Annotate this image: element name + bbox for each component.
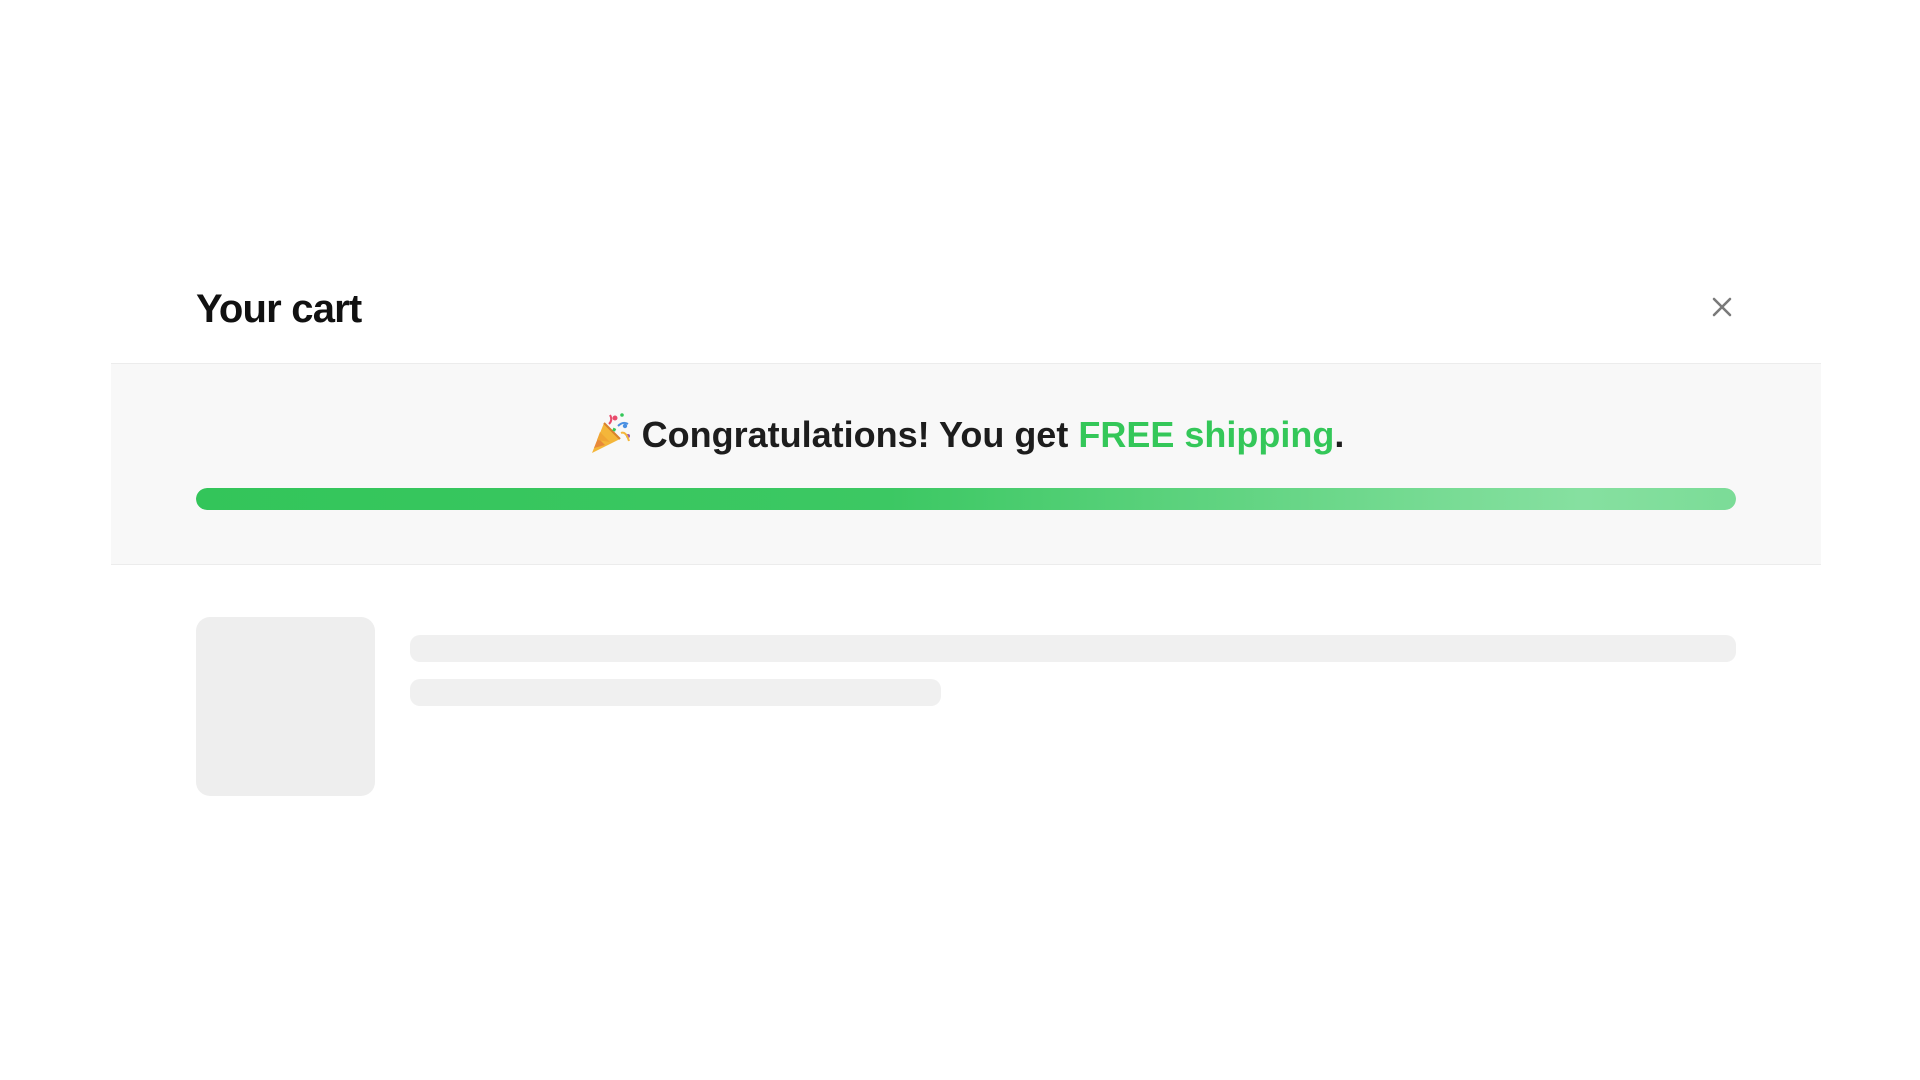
- shipping-progress-bar: [196, 488, 1736, 510]
- shipping-progress-fill: [196, 488, 1736, 510]
- close-button[interactable]: [1695, 280, 1749, 334]
- cart-drawer: Your cart Congratulations! You get FREE …: [111, 256, 1821, 896]
- cart-title: Your cart: [196, 287, 362, 331]
- cart-item-thumbnail-placeholder: [196, 617, 375, 796]
- free-shipping-banner: Congratulations! You get FREE shipping.: [111, 364, 1821, 565]
- shipping-message-suffix: .: [1334, 414, 1345, 455]
- shipping-message: Congratulations! You get FREE shipping.: [111, 410, 1821, 460]
- cart-item-title-placeholder: [410, 635, 1736, 662]
- close-icon: [1712, 297, 1732, 317]
- party-popper-icon: [591, 413, 630, 453]
- cart-header: Your cart: [111, 256, 1821, 364]
- shipping-message-prefix: Congratulations! You get: [641, 414, 1079, 455]
- cart-item-subtitle-placeholder: [410, 679, 941, 706]
- free-shipping-highlight: FREE shipping: [1078, 414, 1335, 455]
